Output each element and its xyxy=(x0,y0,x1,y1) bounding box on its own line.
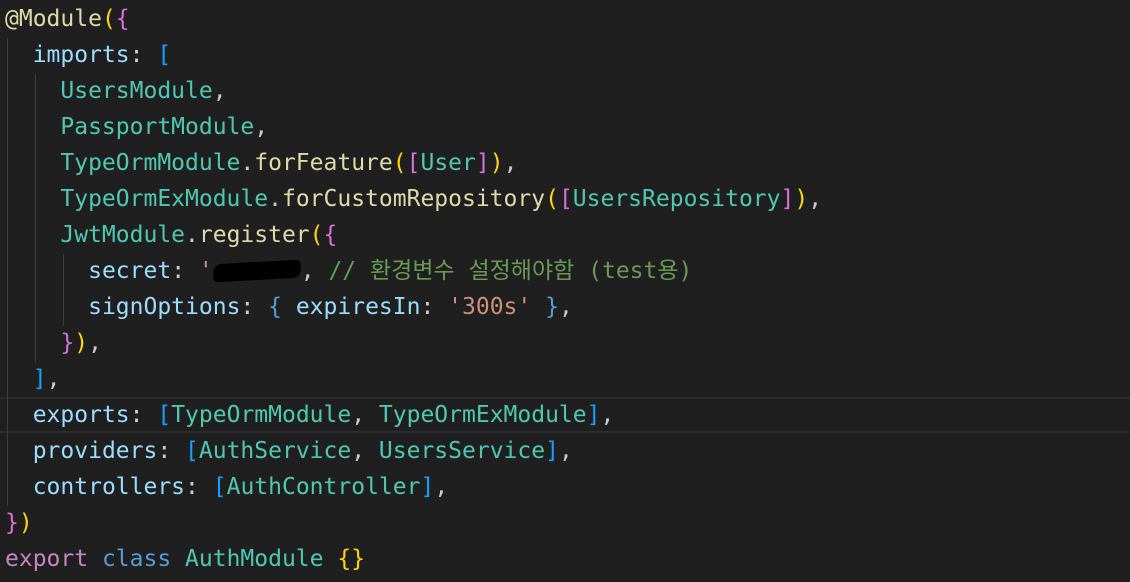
property-key: expiresIn xyxy=(281,294,421,320)
code-line-10[interactable]: }), xyxy=(5,325,102,361)
code-line-11[interactable]: ], xyxy=(5,361,61,397)
class-name: TypeOrmExModule xyxy=(378,402,587,428)
property-key: exports xyxy=(32,402,130,428)
code-line-1[interactable]: @Module({ xyxy=(5,1,130,37)
keyword-class: class xyxy=(88,546,172,572)
code-line-6[interactable]: TypeOrmExModule.forCustomRepository([Use… xyxy=(5,181,822,217)
code-line-16[interactable]: export class AuthModule {} xyxy=(5,541,365,577)
code-line-3[interactable]: UsersModule, xyxy=(5,73,226,109)
code-line-8[interactable]: secret: ', // 환경변수 설정해야함 (test용) xyxy=(5,253,692,289)
decorator: @Module xyxy=(5,6,102,32)
code-line-4[interactable]: PassportModule, xyxy=(5,109,268,145)
code-line-5[interactable]: TypeOrmModule.forFeature([User]), xyxy=(5,145,517,181)
class-name: UsersModule xyxy=(60,78,213,104)
property-key: imports xyxy=(32,42,130,68)
property-key: secret xyxy=(88,258,172,284)
code-editor[interactable]: @Module({ imports: [ UsersModule, Passpo… xyxy=(0,0,1130,582)
code-line-15[interactable]: }) xyxy=(5,505,33,541)
method-name: forCustomRepository xyxy=(281,186,546,212)
redacted-secret xyxy=(212,259,302,283)
code-comment: // 환경변수 설정해야함 (test용) xyxy=(328,258,693,284)
class-name: AuthService xyxy=(198,438,352,464)
class-name: UsersRepository xyxy=(572,186,781,212)
class-name: TypeOrmModule xyxy=(171,402,352,428)
class-name: AuthController xyxy=(226,474,421,500)
code-line-9[interactable]: signOptions: { expiresIn: '300s' }, xyxy=(5,289,573,325)
code-line-13[interactable]: providers: [AuthService, UsersService], xyxy=(5,433,573,469)
class-name: User xyxy=(420,150,476,176)
code-line-2[interactable]: imports: [ xyxy=(5,37,172,73)
code-line-7[interactable]: JwtModule.register({ xyxy=(5,217,337,253)
class-name: TypeOrmModule xyxy=(60,150,241,176)
class-name: PassportModule xyxy=(60,114,255,140)
string-literal: '300s' xyxy=(448,294,532,320)
class-name: TypeOrmExModule xyxy=(60,186,269,212)
property-key: controllers xyxy=(32,474,186,500)
class-name: UsersService xyxy=(378,438,546,464)
code-line-14[interactable]: controllers: [AuthController], xyxy=(5,469,448,505)
class-name: JwtModule xyxy=(60,222,186,248)
property-key: signOptions xyxy=(88,294,241,320)
class-name: AuthModule xyxy=(171,546,338,572)
method-name: register xyxy=(198,222,310,248)
code-line-12[interactable]: exports: [TypeOrmModule, TypeOrmExModule… xyxy=(5,397,615,433)
keyword-export: export xyxy=(5,546,89,572)
property-key: providers xyxy=(32,438,158,464)
method-name: forFeature xyxy=(254,150,393,176)
